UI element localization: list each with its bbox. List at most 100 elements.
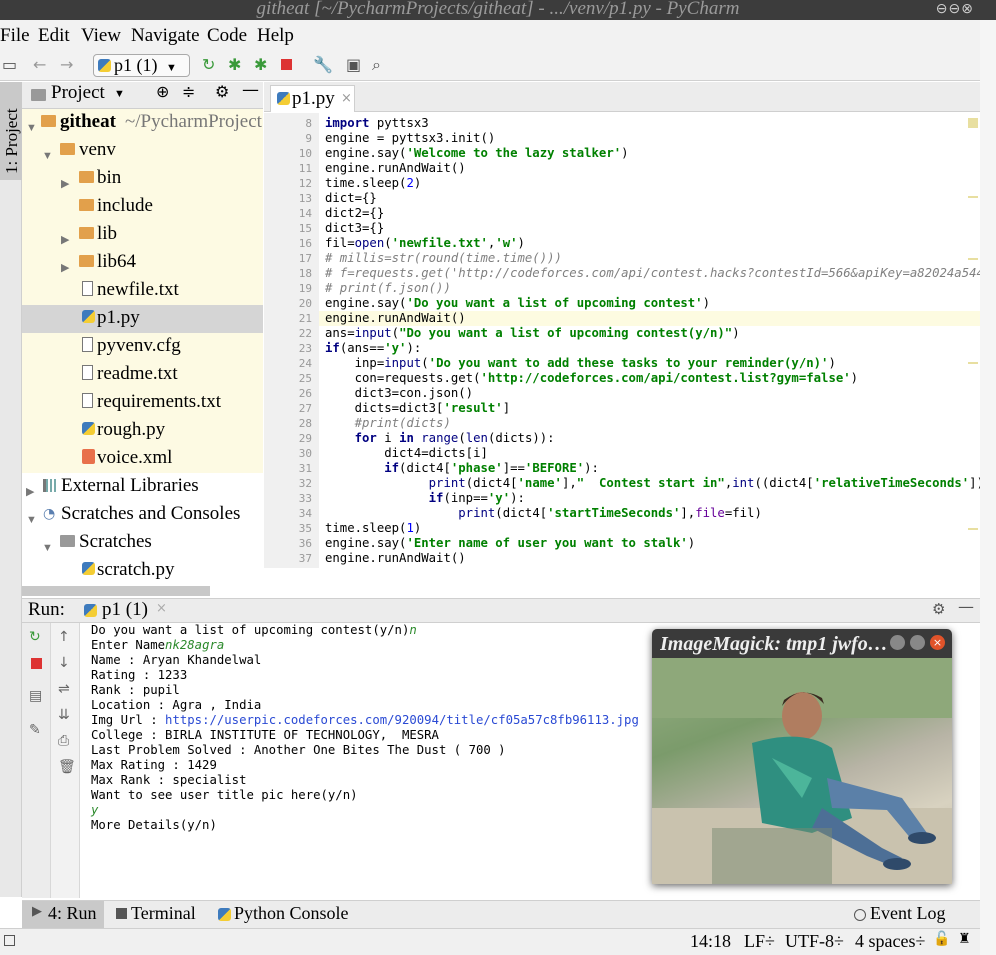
close-icon[interactable]: × — [930, 635, 945, 650]
tree-item-scratches-consoles[interactable]: ▼ ◔ Scratches and Consoles — [22, 501, 263, 529]
gear-icon[interactable]: ⚙ — [932, 600, 945, 618]
tree-item-external-libraries[interactable]: ▶ External Libraries — [22, 473, 263, 501]
scroll-to-end-icon[interactable]: ⇊ — [58, 708, 70, 722]
soft-wrap-icon[interactable]: ⇌ — [58, 682, 70, 696]
tab-run[interactable]: ▶ 4: Run — [22, 901, 104, 928]
tree-item-pyvenv[interactable]: pyvenv.cfg — [22, 333, 263, 361]
code-line[interactable]: import pyttsx3 — [325, 116, 429, 131]
code-line[interactable]: print(dict4['startTimeSeconds'],file=fil… — [325, 506, 762, 521]
tab-event-log[interactable]: Event Log — [852, 901, 952, 928]
code-line[interactable]: #print(dicts) — [325, 416, 451, 431]
hide-icon[interactable]: — — [958, 597, 974, 616]
back-arrow-icon[interactable]: ← — [33, 57, 46, 73]
code-line[interactable]: ans=input("Do you want a list of upcomin… — [325, 326, 740, 341]
run-config-select[interactable]: p1 (1) ▼ — [93, 54, 190, 77]
console-link[interactable]: https://userpic.codeforces.com/920094/ti… — [165, 713, 639, 727]
code-line[interactable]: if(dict4['phase']=='BEFORE'): — [325, 461, 599, 476]
debug-icon[interactable]: ✱ — [228, 57, 241, 73]
code-line[interactable]: if(inp=='y'): — [325, 491, 525, 506]
code-line[interactable]: time.sleep(1) — [325, 521, 421, 536]
tree-item-rough[interactable]: rough.py — [22, 417, 263, 445]
tree-item-requirements[interactable]: requirements.txt — [22, 389, 263, 417]
code-line[interactable]: con=requests.get('http://codeforces.com/… — [325, 371, 858, 386]
close-icon[interactable]: × — [156, 601, 167, 616]
open-folder-icon[interactable]: ▭ — [2, 57, 17, 73]
code-line[interactable]: dicts=dict3['result'] — [325, 401, 511, 416]
menu-view[interactable]: View — [81, 25, 121, 47]
project-view-title[interactable]: Project — [51, 82, 105, 104]
caret-position[interactable]: 14:18 — [690, 931, 731, 952]
code-line[interactable]: dict3=con.json() — [325, 386, 473, 401]
tree-item-lib[interactable]: ▶ lib — [22, 221, 263, 249]
locate-icon[interactable]: ⊕ — [156, 82, 169, 101]
hide-icon[interactable]: — — [242, 80, 259, 100]
code-line[interactable]: fil=open('newfile.txt','w') — [325, 236, 525, 251]
code-line[interactable]: dict3={} — [325, 221, 384, 236]
code-line[interactable]: engine.runAndWait() — [325, 551, 466, 566]
code-line[interactable]: print(dict4['name']," Contest start in",… — [325, 476, 996, 491]
tree-item-scratches[interactable]: ▼ Scratches — [22, 529, 263, 557]
menu-help[interactable]: Help — [257, 25, 294, 47]
layout-icon[interactable]: ▤ — [29, 689, 42, 703]
tab-python-console[interactable]: Python Console — [218, 901, 358, 928]
tree-item-include[interactable]: include — [22, 193, 263, 221]
chevron-down-icon[interactable]: ▼ — [114, 88, 125, 100]
collapse-icon[interactable]: ≑ — [182, 82, 195, 101]
file-encoding[interactable]: UTF-8÷ — [785, 931, 844, 952]
editor-tab-p1[interactable]: p1.py × — [270, 85, 355, 112]
code-line[interactable]: if(ans=='y'): — [325, 341, 421, 356]
structure-icon[interactable]: ▣ — [346, 57, 361, 73]
code-line[interactable]: # print(f.json()) — [325, 281, 451, 296]
tree-item-githeat[interactable]: ▼ githeat ~/PycharmProject — [22, 109, 263, 137]
code-line[interactable]: # millis=str(round(time.time())) — [325, 251, 562, 266]
toggle-tool-windows-icon[interactable] — [4, 935, 15, 946]
line-separator[interactable]: LF÷ — [744, 931, 775, 952]
tab-terminal[interactable]: Terminal — [114, 901, 214, 928]
rerun-icon[interactable]: ↻ — [29, 630, 41, 644]
rerun-icon[interactable]: ↻ — [202, 57, 215, 73]
tree-item-newfile[interactable]: newfile.txt — [22, 277, 263, 305]
minimize-icon[interactable] — [890, 635, 905, 650]
search-icon[interactable]: ⌕ — [372, 57, 381, 73]
window-controls[interactable]: ⊖⊖⊗ — [936, 1, 974, 18]
trash-icon[interactable]: 🗑 — [58, 760, 76, 774]
code-line[interactable]: dict={} — [325, 191, 377, 206]
imagemagick-window[interactable]: ImageMagick: tmp1 jwfo… × — [652, 629, 952, 884]
tree-item-voice[interactable]: voice.xml — [22, 445, 263, 473]
tree-item-p1[interactable]: p1.py — [22, 305, 263, 333]
code-line[interactable]: engine.say('Enter name of user you want … — [325, 536, 695, 551]
arrow-down-icon[interactable]: ↓ — [58, 656, 70, 670]
code-line[interactable]: engine.say('Do you want a list of upcomi… — [325, 296, 710, 311]
maximize-icon[interactable] — [910, 635, 925, 650]
arrow-up-icon[interactable]: ↑ — [58, 630, 70, 644]
gear-icon[interactable]: ⚙ — [215, 82, 229, 101]
code-line[interactable]: dict4=dicts[i] — [325, 446, 488, 461]
code-line[interactable]: time.sleep(2) — [325, 176, 421, 191]
stop-icon[interactable] — [31, 658, 42, 669]
wrench-icon[interactable]: 🔧 — [313, 57, 333, 73]
tree-item-scratch[interactable]: scratch.py — [22, 557, 263, 585]
code-line[interactable]: dict2={} — [325, 206, 384, 221]
pin-icon[interactable]: ✎ — [29, 723, 41, 737]
tree-item-bin[interactable]: ▶ bin — [22, 165, 263, 193]
menu-navigate[interactable]: Navigate — [131, 25, 200, 47]
menu-file[interactable]: File — [0, 25, 30, 47]
menu-edit[interactable]: Edit — [38, 25, 70, 47]
code-line[interactable]: engine.runAndWait() — [325, 311, 466, 326]
code-line[interactable]: engine.runAndWait() — [325, 161, 466, 176]
print-icon[interactable]: ⎙ — [58, 734, 69, 748]
indent-setting[interactable]: 4 spaces÷ — [855, 931, 925, 952]
run-tab-label[interactable]: p1 (1) — [102, 599, 148, 621]
menu-code[interactable]: Code — [207, 25, 247, 47]
lock-icon[interactable]: 🔓 — [933, 931, 950, 947]
tree-item-lib64[interactable]: ▶ lib64 — [22, 249, 263, 277]
code-line[interactable]: # f=requests.get('http://codeforces.com/… — [325, 266, 996, 281]
code-line[interactable]: engine = pyttsx3.init() — [325, 131, 495, 146]
code-line[interactable]: inp=input('Do you want to add these task… — [325, 356, 836, 371]
tree-item-venv[interactable]: ▼ venv — [22, 137, 263, 165]
project-tree-scrollbar[interactable] — [22, 586, 210, 596]
inspector-icon[interactable]: ♜ — [958, 931, 971, 947]
code-line[interactable]: for i in range(len(dicts)): — [325, 431, 555, 446]
tree-item-readme[interactable]: readme.txt — [22, 361, 263, 389]
coverage-icon[interactable]: ✱ — [254, 57, 267, 73]
